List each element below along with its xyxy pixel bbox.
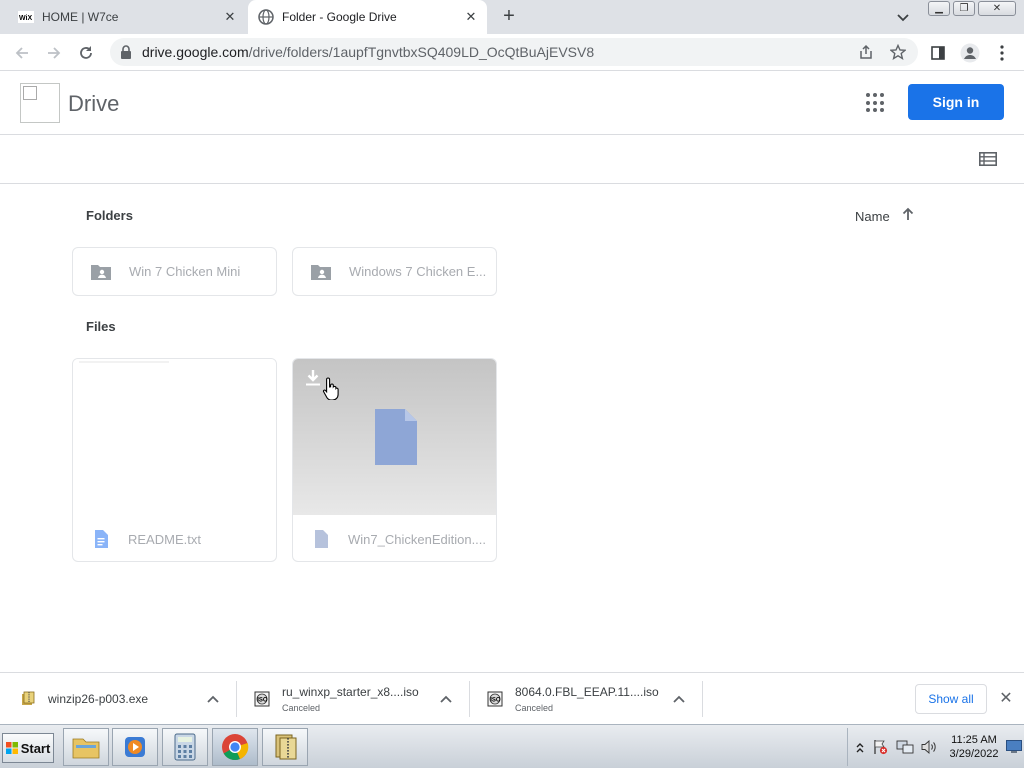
action-center-flag-icon[interactable] xyxy=(872,739,888,760)
shared-folder-icon xyxy=(90,263,112,281)
iso-disc-icon: ISO xyxy=(487,691,503,707)
tab-title: Folder - Google Drive xyxy=(282,10,397,24)
svg-text:ISO: ISO xyxy=(490,698,501,704)
download-filename: ru_winxp_starter_x8....iso xyxy=(282,685,419,699)
back-button[interactable] xyxy=(10,41,34,65)
downloads-shelf: winzip26-p003.exe ISO ru_winxp_starter_x… xyxy=(0,672,1024,724)
arrow-up-icon[interactable] xyxy=(902,207,914,226)
list-view-icon[interactable] xyxy=(979,152,997,168)
winzip-icon xyxy=(20,691,36,707)
chevron-down-icon[interactable] xyxy=(896,10,914,24)
iso-disc-icon: ISO xyxy=(254,691,270,707)
file-explorer-icon[interactable] xyxy=(63,728,109,766)
close-tab-icon[interactable]: ✕ xyxy=(463,9,479,25)
clock-date: 3/29/2022 xyxy=(949,748,999,760)
url-host: drive.google.com xyxy=(142,44,249,60)
share-icon[interactable] xyxy=(858,44,876,60)
tab-home-w7ce[interactable]: WiX HOME | W7ce ✕ xyxy=(8,0,246,34)
chevron-up-icon[interactable] xyxy=(672,691,686,703)
generic-file-icon xyxy=(314,530,328,548)
folder-name: Windows 7 Chicken E... xyxy=(349,264,487,279)
view-toolbar xyxy=(0,136,1024,184)
download-item[interactable]: winzip26-p003.exe xyxy=(20,681,148,717)
system-clock[interactable]: 11:25 AM 3/29/2022 xyxy=(944,733,1004,761)
side-panel-icon[interactable] xyxy=(926,41,950,65)
text-document-icon xyxy=(94,530,108,548)
wix-logo-icon: WiX xyxy=(18,9,34,25)
folder-card[interactable]: Win 7 Chicken Mini xyxy=(72,247,277,296)
show-hidden-icons-icon[interactable] xyxy=(856,741,864,759)
archive-icon[interactable] xyxy=(262,728,308,766)
globe-icon xyxy=(258,9,274,25)
folder-card[interactable]: Windows 7 Chicken E... xyxy=(292,247,497,296)
clock-time: 11:25 AM xyxy=(951,734,997,746)
bookmark-star-icon[interactable] xyxy=(889,43,908,60)
system-tray: 11:25 AM 3/29/2022 xyxy=(847,728,1024,766)
chevron-up-icon[interactable] xyxy=(439,691,453,703)
drive-header: Drive Sign in xyxy=(0,71,1024,135)
drive-logo-broken-image[interactable] xyxy=(20,83,60,123)
url-path: /drive/folders/1aupfTgnvtbxSQ409LD_OcQtB… xyxy=(248,44,595,60)
url-text: drive.google.com/drive/folders/1aupfTgnv… xyxy=(142,44,594,60)
browser-toolbar: drive.google.com/drive/folders/1aupfTgnv… xyxy=(0,34,1024,71)
download-filename: 8064.0.FBL_EEAP.11....iso xyxy=(515,685,659,699)
show-desktop-icon[interactable] xyxy=(1006,740,1022,759)
start-label: Start xyxy=(20,740,51,756)
network-icon[interactable] xyxy=(896,739,914,760)
download-filename: winzip26-p003.exe xyxy=(48,692,149,706)
media-player-icon[interactable] xyxy=(112,728,158,766)
minimize-button[interactable]: ▁ xyxy=(928,1,950,16)
reload-button[interactable] xyxy=(74,41,98,65)
forward-button[interactable] xyxy=(42,41,66,65)
file-name: Win7_ChickenEdition.... xyxy=(348,531,487,547)
sort-by-name[interactable]: Name xyxy=(855,207,914,226)
close-icon[interactable]: ✕ xyxy=(997,690,1015,708)
new-tab-button[interactable]: + xyxy=(498,6,520,27)
svg-text:ISO: ISO xyxy=(257,698,268,704)
download-icon[interactable] xyxy=(305,369,321,392)
address-bar[interactable]: drive.google.com/drive/folders/1aupfTgnv… xyxy=(110,38,918,66)
tab-title: HOME | W7ce xyxy=(42,10,119,24)
lock-icon[interactable] xyxy=(120,45,132,59)
window-close-button[interactable]: ✕ xyxy=(978,1,1016,16)
folders-heading: Folders xyxy=(86,208,133,223)
file-thumbnail xyxy=(73,359,276,515)
svg-text:WiX: WiX xyxy=(19,15,32,22)
calculator-icon[interactable] xyxy=(162,728,208,766)
file-footer: Win7_ChickenEdition.... xyxy=(293,515,496,561)
start-button[interactable]: Start xyxy=(2,733,54,763)
close-tab-icon[interactable]: ✕ xyxy=(222,9,238,25)
file-name: README.txt xyxy=(128,531,201,547)
windows-flag-icon xyxy=(5,742,18,754)
folder-name: Win 7 Chicken Mini xyxy=(129,264,241,279)
profile-avatar-icon[interactable] xyxy=(958,41,982,65)
chrome-icon[interactable] xyxy=(212,728,258,766)
volume-icon[interactable] xyxy=(920,739,938,760)
files-heading: Files xyxy=(86,319,116,334)
download-item[interactable]: ISO 8064.0.FBL_EEAP.11....iso Canceled xyxy=(487,681,659,717)
file-card[interactable]: README.txt xyxy=(72,358,277,562)
tab-strip: WiX HOME | W7ce ✕ Folder - Google Drive … xyxy=(0,0,1024,34)
shared-folder-icon xyxy=(310,263,332,281)
divider xyxy=(469,681,470,717)
restore-button[interactable]: ❐ xyxy=(953,1,975,16)
chevron-up-icon[interactable] xyxy=(206,691,220,703)
sign-in-button[interactable]: Sign in xyxy=(908,84,1004,120)
download-status: Canceled xyxy=(515,703,554,713)
hand-cursor-icon xyxy=(322,376,340,401)
sort-label: Name xyxy=(855,209,890,224)
google-apps-icon[interactable] xyxy=(866,93,886,113)
windows-taskbar: Start 11:25 AM 3/29/2022 xyxy=(0,724,1024,768)
file-footer: README.txt xyxy=(73,515,276,561)
tab-google-drive[interactable]: Folder - Google Drive ✕ xyxy=(248,0,487,34)
download-item[interactable]: ISO ru_winxp_starter_x8....iso Canceled xyxy=(254,681,419,717)
download-status: Canceled xyxy=(282,703,321,713)
app-title[interactable]: Drive xyxy=(68,91,119,117)
divider xyxy=(236,681,237,717)
divider xyxy=(702,681,703,717)
browser-menu-icon[interactable] xyxy=(990,41,1014,65)
show-all-downloads-button[interactable]: Show all xyxy=(915,684,987,714)
